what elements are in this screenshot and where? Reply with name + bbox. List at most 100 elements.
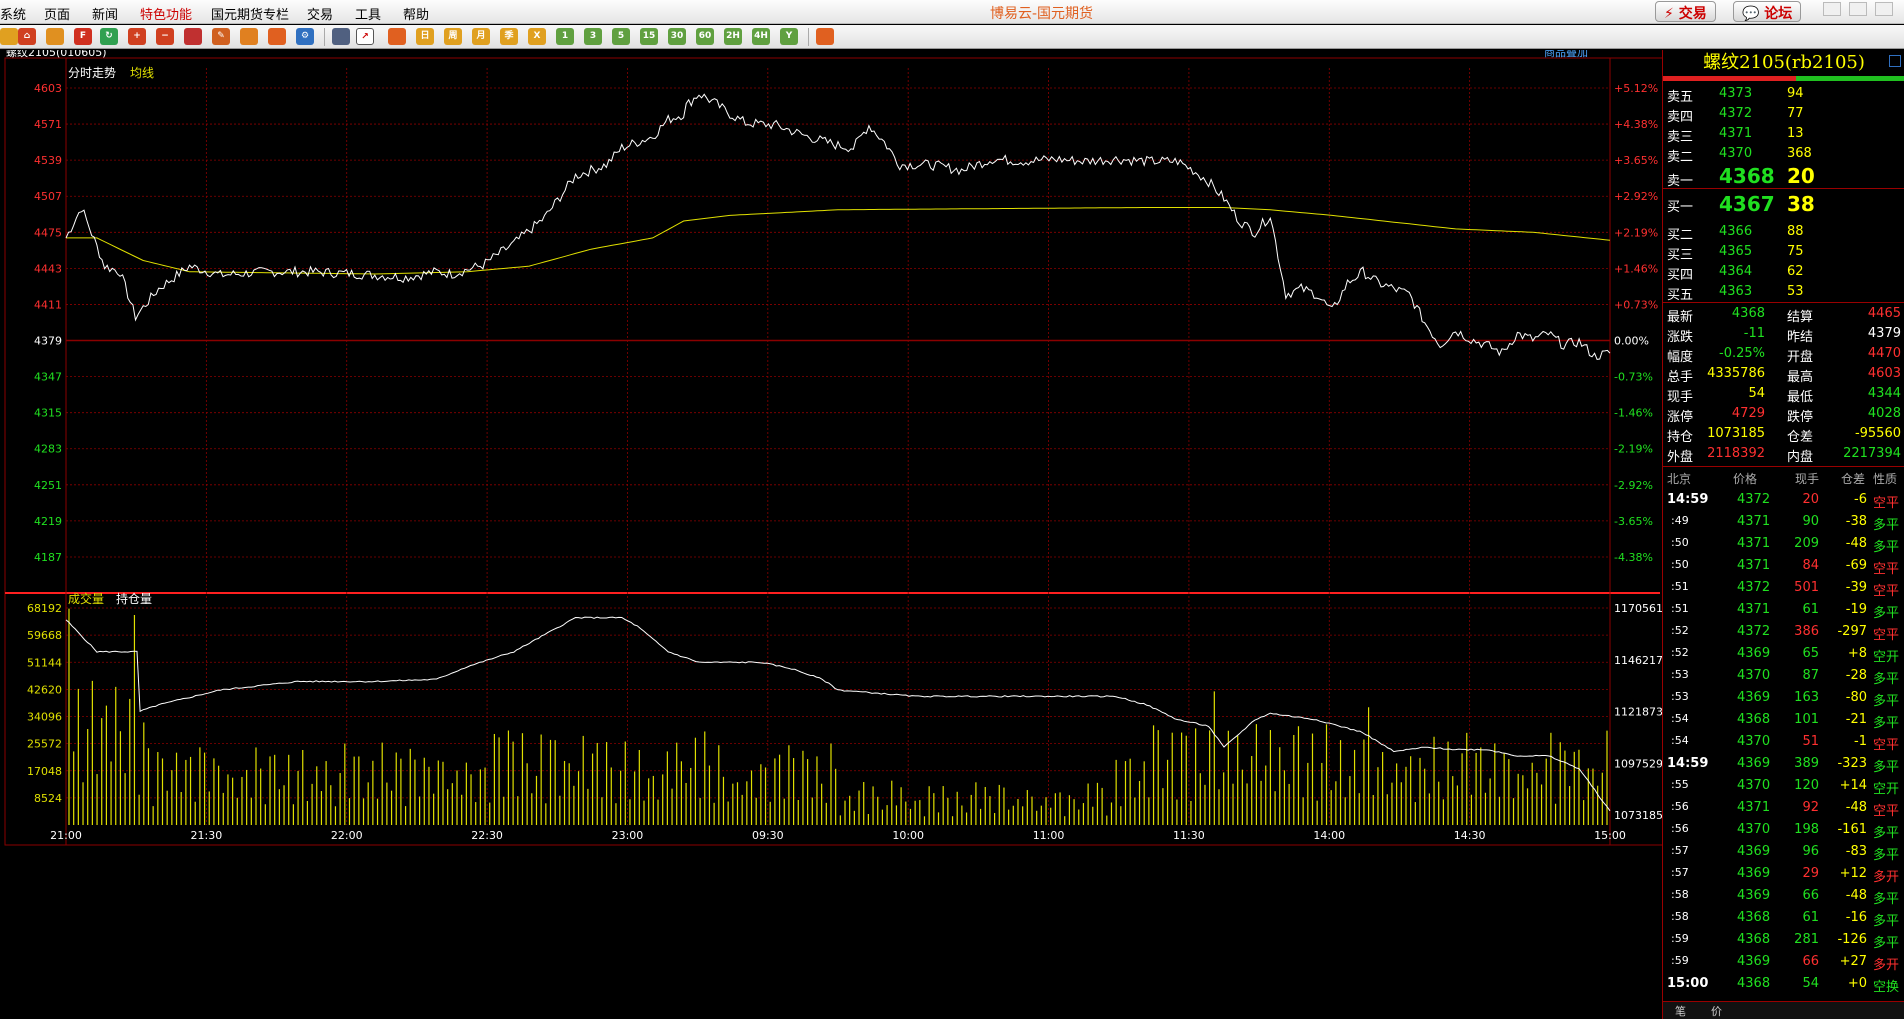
period-day-button[interactable]: 日 xyxy=(416,28,434,45)
period-4h-button[interactable]: 4H xyxy=(752,28,770,45)
stat-value: 54 xyxy=(1748,386,1765,401)
kline-icon[interactable] xyxy=(388,28,406,45)
stat-row: 现手 54 最低 4344 xyxy=(1663,384,1904,405)
title-bar xyxy=(1663,76,1904,81)
ask-volume: 20 xyxy=(1787,164,1815,188)
bid-price: 4365 xyxy=(1719,244,1753,259)
period-y-button[interactable]: Y xyxy=(780,28,798,45)
tick-time: :54 xyxy=(1671,734,1689,747)
table-icon[interactable] xyxy=(332,28,350,45)
home-icon[interactable]: ⌂ xyxy=(18,28,36,45)
menu-tools[interactable]: 工具 xyxy=(355,4,381,23)
pen-icon[interactable]: ✎ xyxy=(212,28,230,45)
tick-price: 4372 xyxy=(1737,624,1771,639)
stat-label: 内盘 xyxy=(1787,450,1814,465)
period-month-button[interactable]: 月 xyxy=(472,28,490,45)
intraday-chart-icon[interactable]: ↗ xyxy=(356,28,374,45)
tick-oi-change: -28 xyxy=(1845,668,1867,683)
bid-row: 买四 4364 62 xyxy=(1663,262,1904,283)
tick-oi-change: -48 xyxy=(1845,888,1867,903)
tick-price: 4370 xyxy=(1737,778,1771,793)
price-tick-label: 4251 xyxy=(34,479,62,492)
period-2h-button[interactable]: 2H xyxy=(724,28,742,45)
settings-icon[interactable]: ⚙ xyxy=(296,28,314,45)
zoom-out-icon[interactable]: − xyxy=(156,28,174,45)
tick-price: 4370 xyxy=(1737,668,1771,683)
menu-trade[interactable]: 交易 xyxy=(307,4,333,23)
overlay-link[interactable]: 商品叠加 xyxy=(1544,50,1588,59)
stat-label: 结算 xyxy=(1787,310,1814,325)
ask-volume: 77 xyxy=(1787,106,1804,121)
layers-icon[interactable] xyxy=(46,28,64,45)
menu-page[interactable]: 页面 xyxy=(44,4,70,23)
f10-icon[interactable]: F xyxy=(74,28,92,45)
period-x-button[interactable]: X xyxy=(528,28,546,45)
tab-ticks[interactable]: 笔 xyxy=(1675,1003,1686,1019)
stat-row: 持仓 1073185 仓差 -95560 xyxy=(1663,424,1904,445)
stat-value: 4465 xyxy=(1867,306,1901,321)
stat-value: -0.25% xyxy=(1719,346,1765,361)
ask-row: 卖四 4372 77 xyxy=(1663,104,1904,125)
time-tick-label: 21:00 xyxy=(50,829,82,842)
filter-icon[interactable] xyxy=(268,28,286,45)
tick-row: :53 4370 87 -28 多平 xyxy=(1663,665,1904,687)
stat-value: 4335786 xyxy=(1707,366,1765,381)
window-title: 博易云-国元期货 xyxy=(990,6,1094,22)
menu-help[interactable]: 帮助 xyxy=(403,4,429,23)
oi-legend: 持仓量 xyxy=(116,591,152,606)
refresh-icon[interactable]: ↻ xyxy=(100,28,118,45)
window-icon[interactable] xyxy=(184,28,202,45)
period-60-button[interactable]: 60 xyxy=(696,28,714,45)
maximize-button[interactable] xyxy=(1849,2,1867,16)
forum-button[interactable]: 💬 论坛 xyxy=(1733,1,1802,22)
ask-row: 卖五 4373 94 xyxy=(1663,84,1904,105)
zoom-in-icon[interactable]: + xyxy=(128,28,146,45)
period-1-button[interactable]: 1 xyxy=(556,28,574,45)
stat-value: 4603 xyxy=(1867,366,1901,381)
pct-tick-label: +5.12% xyxy=(1614,82,1658,95)
ask-row: 卖三 4371 13 xyxy=(1663,124,1904,145)
tick-row: :51 4372 501 -39 空平 xyxy=(1663,577,1904,599)
menu-system[interactable]: 系统 xyxy=(0,4,26,23)
tab-price[interactable]: 价 xyxy=(1711,1003,1722,1019)
tick-time: :53 xyxy=(1671,668,1689,681)
tick-row: :49 4371 90 -38 多平 xyxy=(1663,511,1904,533)
tick-volume: 66 xyxy=(1802,954,1819,969)
tick-time: :59 xyxy=(1671,932,1689,945)
menu-special-features[interactable]: 特色功能 xyxy=(140,4,192,23)
menu-guoyuan-column[interactable]: 国元期货专栏 xyxy=(211,4,289,23)
time-tick-label: 15:00 xyxy=(1594,829,1626,842)
tick-time: :58 xyxy=(1671,910,1689,923)
tick-price: 4369 xyxy=(1737,690,1771,705)
volume-tick-label: 59668 xyxy=(27,629,62,642)
period-season-button[interactable]: 季 xyxy=(500,28,518,45)
calculator-icon[interactable] xyxy=(816,28,834,45)
panel-toggle-icon[interactable] xyxy=(1889,55,1901,67)
period-3-button[interactable]: 3 xyxy=(584,28,602,45)
period-15-button[interactable]: 15 xyxy=(640,28,658,45)
minimize-button[interactable] xyxy=(1823,2,1841,16)
period-week-button[interactable]: 周 xyxy=(444,28,462,45)
tick-volume: 101 xyxy=(1794,712,1819,727)
bid-label: 买三 xyxy=(1667,248,1694,263)
tick-oi-change: -19 xyxy=(1845,602,1867,617)
period-30-button[interactable]: 30 xyxy=(668,28,686,45)
tick-time: :55 xyxy=(1671,778,1689,791)
close-button[interactable] xyxy=(1875,2,1893,16)
instrument-code-label: 螺纹2105(010605) xyxy=(6,50,107,59)
quote-panel: 螺纹2105(rb2105) 卖五 4373 94 卖四 4372 77 卖三 4371 13 卖… xyxy=(1662,50,1904,1019)
tick-nature: 空平 xyxy=(1873,738,1900,753)
tick-nature: 多平 xyxy=(1873,848,1900,863)
alarm-icon[interactable] xyxy=(240,28,258,45)
tick-header: 北京 价格 现手 仓差 性质 xyxy=(1663,468,1904,488)
menu-news[interactable]: 新闻 xyxy=(92,4,118,23)
period-5-button[interactable]: 5 xyxy=(612,28,630,45)
instrument-title: 螺纹2105(rb2105) xyxy=(1703,52,1865,73)
tick-price: 4368 xyxy=(1737,976,1771,991)
tick-nature: 多平 xyxy=(1873,672,1900,687)
tick-oi-change: -297 xyxy=(1837,624,1867,639)
tick-price: 4371 xyxy=(1737,514,1771,529)
tick-header-label: 北京 xyxy=(1667,472,1692,486)
trade-button[interactable]: ⚡ 交易 xyxy=(1655,1,1716,22)
toolbar-icon-1[interactable] xyxy=(0,28,18,45)
